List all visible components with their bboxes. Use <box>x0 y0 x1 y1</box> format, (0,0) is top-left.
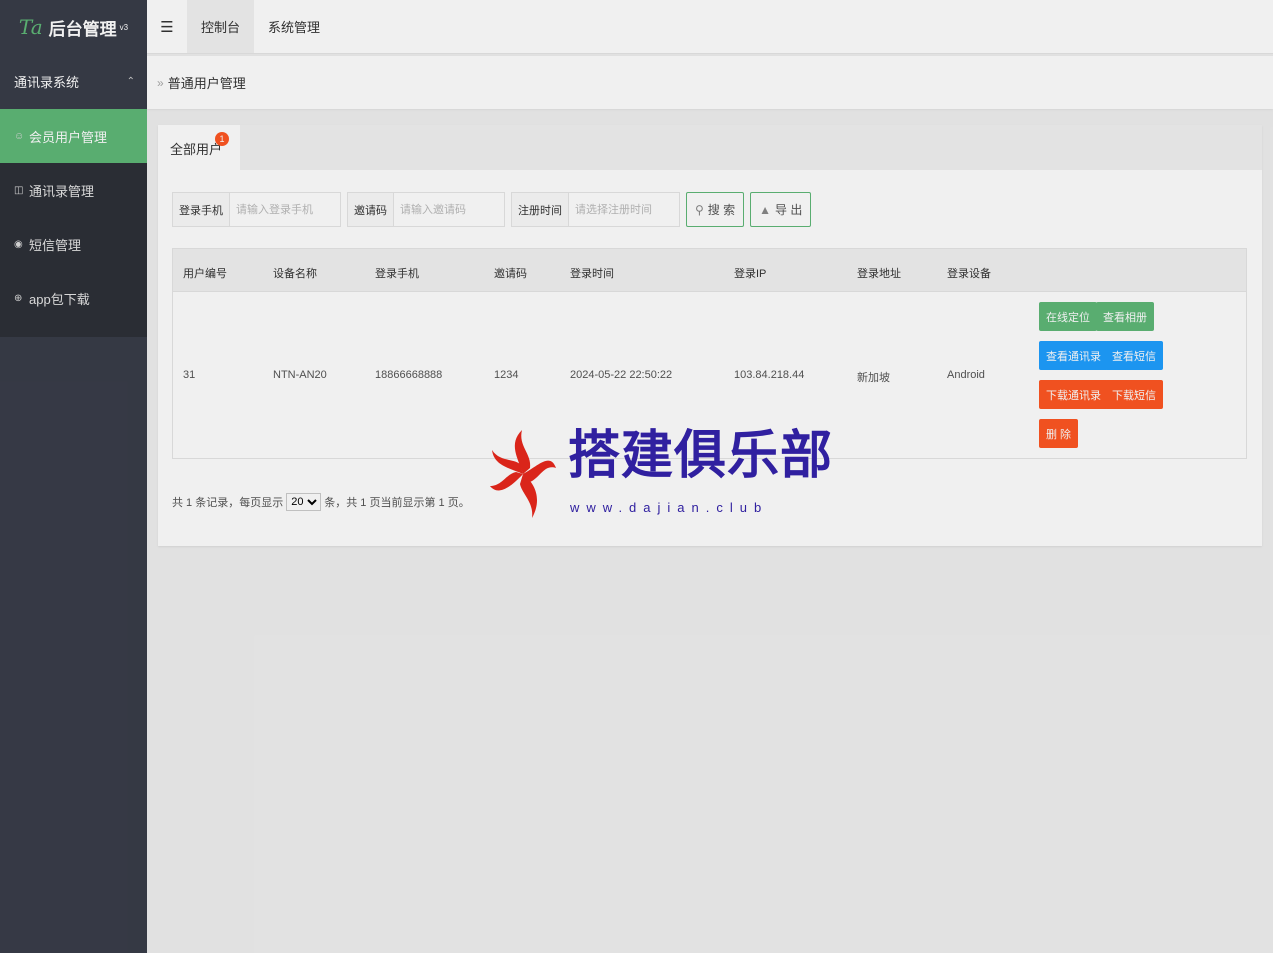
users-table: 用户编号 设备名称 登录手机 邀请码 登录时间 登录IP 登录地址 登录设备 3… <box>172 248 1247 459</box>
view-sms-button[interactable]: 查看短信 <box>1105 341 1163 370</box>
download-sms-button[interactable]: 下载短信 <box>1105 380 1163 409</box>
col-invite-code: 邀请码 <box>494 268 527 280</box>
menu-toggle-icon[interactable]: ☰ <box>147 0 187 53</box>
col-login-time: 登录时间 <box>570 268 614 280</box>
breadcrumb: » 普通用户管理 <box>147 56 1273 109</box>
chevron-up-icon: ⌃ <box>126 76 135 87</box>
top-header: ☰ 控制台 系统管理 <box>147 0 1273 54</box>
cell-invite-code: 1234 <box>494 369 519 381</box>
search-button[interactable]: ⚲ 搜 索 <box>686 192 745 227</box>
sidebar-item-label: 短信管理 <box>29 237 82 253</box>
col-login-phone: 登录手机 <box>375 268 419 280</box>
invite-field-group: 邀请码 <box>347 192 505 227</box>
tab-all-users[interactable]: 全部用户 1 <box>158 125 240 171</box>
app-title: 后台管理 <box>48 19 117 39</box>
breadcrumb-separator-icon: » <box>157 75 164 90</box>
cell-user-id: 31 <box>183 369 196 381</box>
tab-count-badge: 1 <box>215 132 229 146</box>
search-button-label: 搜 索 <box>707 203 736 217</box>
locate-online-button[interactable]: 在线定位 <box>1039 302 1097 331</box>
phone-label: 登录手机 <box>173 193 230 226</box>
download-contacts-button[interactable]: 下载通讯录 <box>1039 380 1108 409</box>
nav-group-contacts-system[interactable]: 通讯录系统 ⌃ <box>0 54 147 109</box>
col-login-address: 登录地址 <box>857 268 901 280</box>
sidebar-item-label: 通讯录管理 <box>29 183 95 199</box>
contacts-icon: ◫ <box>14 184 24 196</box>
user-icon: ☺ <box>14 130 25 142</box>
register-time-input[interactable] <box>569 193 679 226</box>
tab-console[interactable]: 控制台 <box>187 0 255 53</box>
sidebar-item-label: 会员用户管理 <box>29 129 108 145</box>
col-login-device: 登录设备 <box>947 268 991 280</box>
pager-prefix: 共 1 条记录，每页显示 <box>172 497 284 509</box>
pagination: 共 1 条记录，每页显示 20 条，共 1 页当前显示第 1 页。 <box>172 493 470 511</box>
sidebar: Ta 后台管理 v3 通讯录系统 ⌃ ☺ 会员用户管理 ◫ 通讯录管理 ◉ 短信… <box>0 0 147 953</box>
table-header: 用户编号 设备名称 登录手机 邀请码 登录时间 登录IP 登录地址 登录设备 <box>173 249 1246 292</box>
search-form: 登录手机 邀请码 注册时间 ⚲ 搜 索 ▲ 导 出 <box>172 192 817 227</box>
main-card: 全部用户 1 登录手机 邀请码 注册时间 ⚲ 搜 索 ▲ 导 出 用户编号 设备… <box>158 125 1262 546</box>
subnav: ☺ 会员用户管理 ◫ 通讯录管理 ◉ 短信管理 ⊕ app包下载 <box>0 109 147 337</box>
nav-group-label: 通讯录系统 <box>14 75 80 90</box>
view-contacts-button[interactable]: 查看通讯录 <box>1039 341 1108 370</box>
export-button[interactable]: ▲ 导 出 <box>750 192 812 227</box>
breadcrumb-current: 普通用户管理 <box>167 76 246 91</box>
sidebar-item-sms[interactable]: ◉ 短信管理 <box>0 217 147 271</box>
invite-label: 邀请码 <box>348 193 394 226</box>
phone-input[interactable] <box>230 193 340 226</box>
cell-login-address: 新加坡 <box>857 372 890 384</box>
col-device-name: 设备名称 <box>273 268 317 280</box>
col-login-ip: 登录IP <box>734 268 767 280</box>
view-album-button[interactable]: 查看相册 <box>1096 302 1154 331</box>
phone-field-group: 登录手机 <box>172 192 341 227</box>
time-field-group: 注册时间 <box>511 192 680 227</box>
logo: Ta 后台管理 v3 <box>0 0 147 54</box>
sidebar-item-member-users[interactable]: ☺ 会员用户管理 <box>0 109 147 163</box>
cell-login-time: 2024-05-22 22:50:22 <box>570 369 673 381</box>
export-icon: ▲ <box>759 202 772 217</box>
search-icon: ⚲ <box>695 202 704 217</box>
cell-login-phone: 18866668888 <box>375 369 443 381</box>
card-tabbar: 全部用户 1 <box>158 125 1262 171</box>
sidebar-item-app-download[interactable]: ⊕ app包下载 <box>0 271 147 325</box>
col-user-id: 用户编号 <box>183 268 227 280</box>
cell-login-device: Android <box>947 369 985 381</box>
page-size-select[interactable]: 20 <box>286 493 322 511</box>
download-icon: ⊕ <box>14 292 23 304</box>
tab-system-management[interactable]: 系统管理 <box>254 0 334 53</box>
logo-mark: Ta <box>18 15 43 39</box>
table-row: 31 NTN-AN20 18866668888 1234 2024-05-22 … <box>173 292 1246 458</box>
sidebar-item-label: app包下载 <box>29 291 90 307</box>
pager-suffix: 条，共 1 页当前显示第 1 页。 <box>324 497 470 509</box>
time-label: 注册时间 <box>512 193 569 226</box>
sidebar-item-contacts[interactable]: ◫ 通讯录管理 <box>0 163 147 217</box>
sms-icon: ◉ <box>14 238 23 250</box>
delete-button[interactable]: 删 除 <box>1039 419 1079 448</box>
cell-device-name: NTN-AN20 <box>273 369 327 381</box>
export-button-label: 导 出 <box>775 203 803 217</box>
cell-login-ip: 103.84.218.44 <box>734 369 805 381</box>
app-version: v3 <box>119 22 129 32</box>
tab-all-users-label: 全部用户 <box>170 141 223 157</box>
invite-code-input[interactable] <box>394 193 504 226</box>
